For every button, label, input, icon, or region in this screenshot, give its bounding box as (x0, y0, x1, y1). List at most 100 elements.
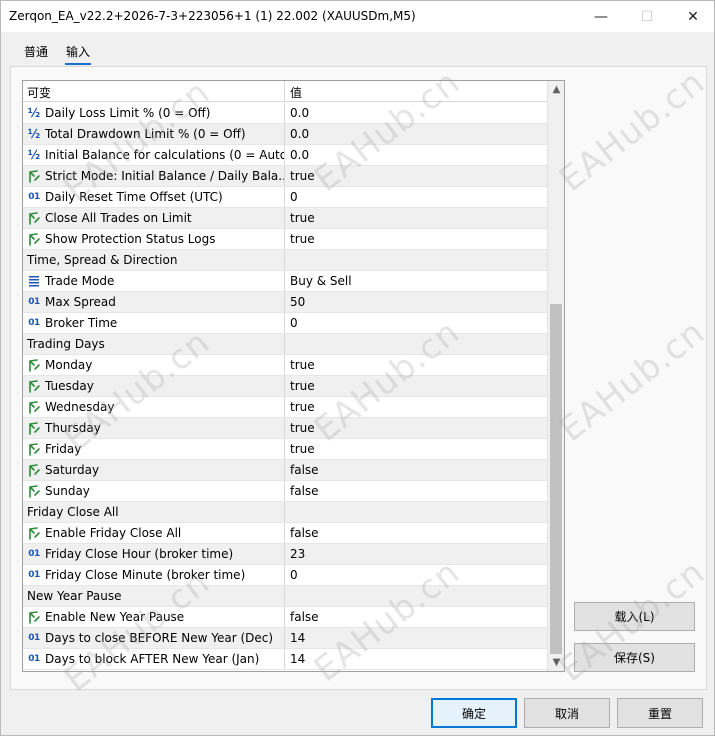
variable-cell[interactable]: Close All Trades on Limit (23, 208, 285, 228)
variable-cell[interactable]: Friday Close All (23, 502, 285, 522)
value-cell[interactable]: 50 (285, 292, 548, 312)
value-cell[interactable]: true (285, 376, 548, 396)
variable-cell[interactable]: Sunday (23, 481, 285, 501)
variable-cell[interactable]: Trade Mode (23, 271, 285, 291)
load-button[interactable]: 载入(L) (574, 602, 695, 631)
tab-inputs[interactable]: 输入 (57, 41, 99, 65)
value-cell[interactable]: true (285, 439, 548, 459)
variable-cell[interactable]: Saturday (23, 460, 285, 480)
table-row[interactable]: ½ Initial Balance for calculations (0 = A… (23, 145, 548, 166)
reset-button[interactable]: 重置 (617, 698, 703, 728)
table-row[interactable]: Monday true (23, 355, 548, 376)
value-cell[interactable]: 0 (285, 313, 548, 333)
group-header-row[interactable]: Friday Close All (23, 502, 548, 523)
value-cell[interactable]: true (285, 397, 548, 417)
table-row[interactable]: Close All Trades on Limit true (23, 208, 548, 229)
table-row[interactable]: ½ Daily Loss Limit % (0 = Off) 0.0 (23, 103, 548, 124)
variable-cell[interactable]: ½ Initial Balance for calculations (0 = A… (23, 145, 285, 165)
variable-cell[interactable]: 01 Days to close BEFORE New Year (Dec) (23, 628, 285, 648)
value-cell[interactable]: true (285, 355, 548, 375)
group-header-row[interactable]: Trading Days (23, 334, 548, 355)
table-row[interactable]: Friday true (23, 439, 548, 460)
value-text: false (290, 610, 319, 624)
table-row[interactable]: Show Protection Status Logs true (23, 229, 548, 250)
table-row[interactable]: 01 Friday Close Minute (broker time) 0 (23, 565, 548, 586)
value-cell[interactable]: 0.0 (285, 124, 548, 144)
variable-cell[interactable]: Friday (23, 439, 285, 459)
variable-cell[interactable]: Enable New Year Pause (23, 607, 285, 627)
variable-cell[interactable]: Trading Days (23, 334, 285, 354)
variable-cell[interactable]: Strict Mode: Initial Balance / Daily Bal… (23, 166, 285, 186)
value-cell[interactable]: false (285, 481, 548, 501)
scroll-up-arrow-icon[interactable]: ▲ (548, 81, 564, 98)
table-row[interactable]: Wednesday true (23, 397, 548, 418)
value-text: 14 (290, 652, 306, 666)
variable-label: Saturday (45, 463, 100, 477)
value-cell[interactable]: 0 (285, 187, 548, 207)
table-row[interactable]: Thursday true (23, 418, 548, 439)
vertical-scrollbar[interactable]: ▲ ▼ (547, 81, 564, 671)
table-row[interactable]: ½ Total Drawdown Limit % (0 = Off) 0.0 (23, 124, 548, 145)
variable-cell[interactable]: 01 Friday Close Minute (broker time) (23, 565, 285, 585)
tab-general[interactable]: 普通 (15, 41, 57, 65)
table-row[interactable]: 01 Days to close BEFORE New Year (Dec) 14 (23, 628, 548, 649)
group-header-row[interactable]: New Year Pause (23, 586, 548, 607)
variable-cell[interactable]: Monday (23, 355, 285, 375)
value-cell[interactable]: 0.0 (285, 145, 548, 165)
table-row[interactable]: Trade Mode Buy & Sell (23, 271, 548, 292)
table-row[interactable]: Tuesday true (23, 376, 548, 397)
value-cell[interactable]: 0.0 (285, 103, 548, 123)
value-cell[interactable]: 14 (285, 628, 548, 648)
value-cell[interactable]: Buy & Sell (285, 271, 548, 291)
variable-cell[interactable]: Time, Spread & Direction (23, 250, 285, 270)
value-cell[interactable]: true (285, 166, 548, 186)
variable-cell[interactable]: ½ Total Drawdown Limit % (0 = Off) (23, 124, 285, 144)
value-cell[interactable]: false (285, 607, 548, 627)
table-row[interactable]: 01 Broker Time 0 (23, 313, 548, 334)
scroll-down-arrow-icon[interactable]: ▼ (548, 654, 564, 671)
variable-label: Friday Close Hour (broker time) (45, 547, 234, 561)
variable-label: Daily Reset Time Offset (UTC) (45, 190, 223, 204)
variable-cell[interactable]: Show Protection Status Logs (23, 229, 285, 249)
value-cell (285, 586, 548, 606)
variable-cell[interactable]: Thursday (23, 418, 285, 438)
minimize-button[interactable]: — (578, 1, 624, 32)
variable-cell[interactable]: 01 Days to block AFTER New Year (Jan) (23, 649, 285, 669)
variable-cell[interactable]: Wednesday (23, 397, 285, 417)
variable-label: Wednesday (45, 400, 115, 414)
close-button[interactable]: ✕ (670, 1, 715, 32)
value-cell[interactable]: 0 (285, 565, 548, 585)
save-button[interactable]: 保存(S) (574, 643, 695, 672)
variable-cell[interactable]: Tuesday (23, 376, 285, 396)
value-cell[interactable]: false (285, 523, 548, 543)
table-row[interactable]: Saturday false (23, 460, 548, 481)
group-header-row[interactable]: Time, Spread & Direction (23, 250, 548, 271)
table-row[interactable]: Enable New Year Pause false (23, 607, 548, 628)
value-cell[interactable]: true (285, 418, 548, 438)
table-row[interactable]: 01 Daily Reset Time Offset (UTC) 0 (23, 187, 548, 208)
scrollbar-thumb[interactable] (550, 304, 562, 654)
variable-label: Friday (45, 442, 82, 456)
value-cell[interactable]: 23 (285, 544, 548, 564)
variable-cell[interactable]: 01 Max Spread (23, 292, 285, 312)
cancel-button[interactable]: 取消 (524, 698, 610, 728)
table-row[interactable]: Strict Mode: Initial Balance / Daily Bal… (23, 166, 548, 187)
variable-cell[interactable]: ½ Daily Loss Limit % (0 = Off) (23, 103, 285, 123)
table-row[interactable]: 01 Days to block AFTER New Year (Jan) 14 (23, 649, 548, 670)
column-header-value[interactable]: 值 (285, 81, 547, 101)
variable-cell[interactable]: 01 Daily Reset Time Offset (UTC) (23, 187, 285, 207)
table-row[interactable]: 01 Friday Close Hour (broker time) 23 (23, 544, 548, 565)
value-cell[interactable]: true (285, 208, 548, 228)
value-cell[interactable]: false (285, 460, 548, 480)
variable-cell[interactable]: New Year Pause (23, 586, 285, 606)
table-row[interactable]: Sunday false (23, 481, 548, 502)
table-row[interactable]: 01 Max Spread 50 (23, 292, 548, 313)
column-header-variable[interactable]: 可变 (23, 81, 285, 101)
ok-button[interactable]: 确定 (431, 698, 517, 728)
value-cell[interactable]: true (285, 229, 548, 249)
value-cell[interactable]: 14 (285, 649, 548, 669)
variable-cell[interactable]: Enable Friday Close All (23, 523, 285, 543)
table-row[interactable]: Enable Friday Close All false (23, 523, 548, 544)
variable-cell[interactable]: 01 Friday Close Hour (broker time) (23, 544, 285, 564)
variable-cell[interactable]: 01 Broker Time (23, 313, 285, 333)
